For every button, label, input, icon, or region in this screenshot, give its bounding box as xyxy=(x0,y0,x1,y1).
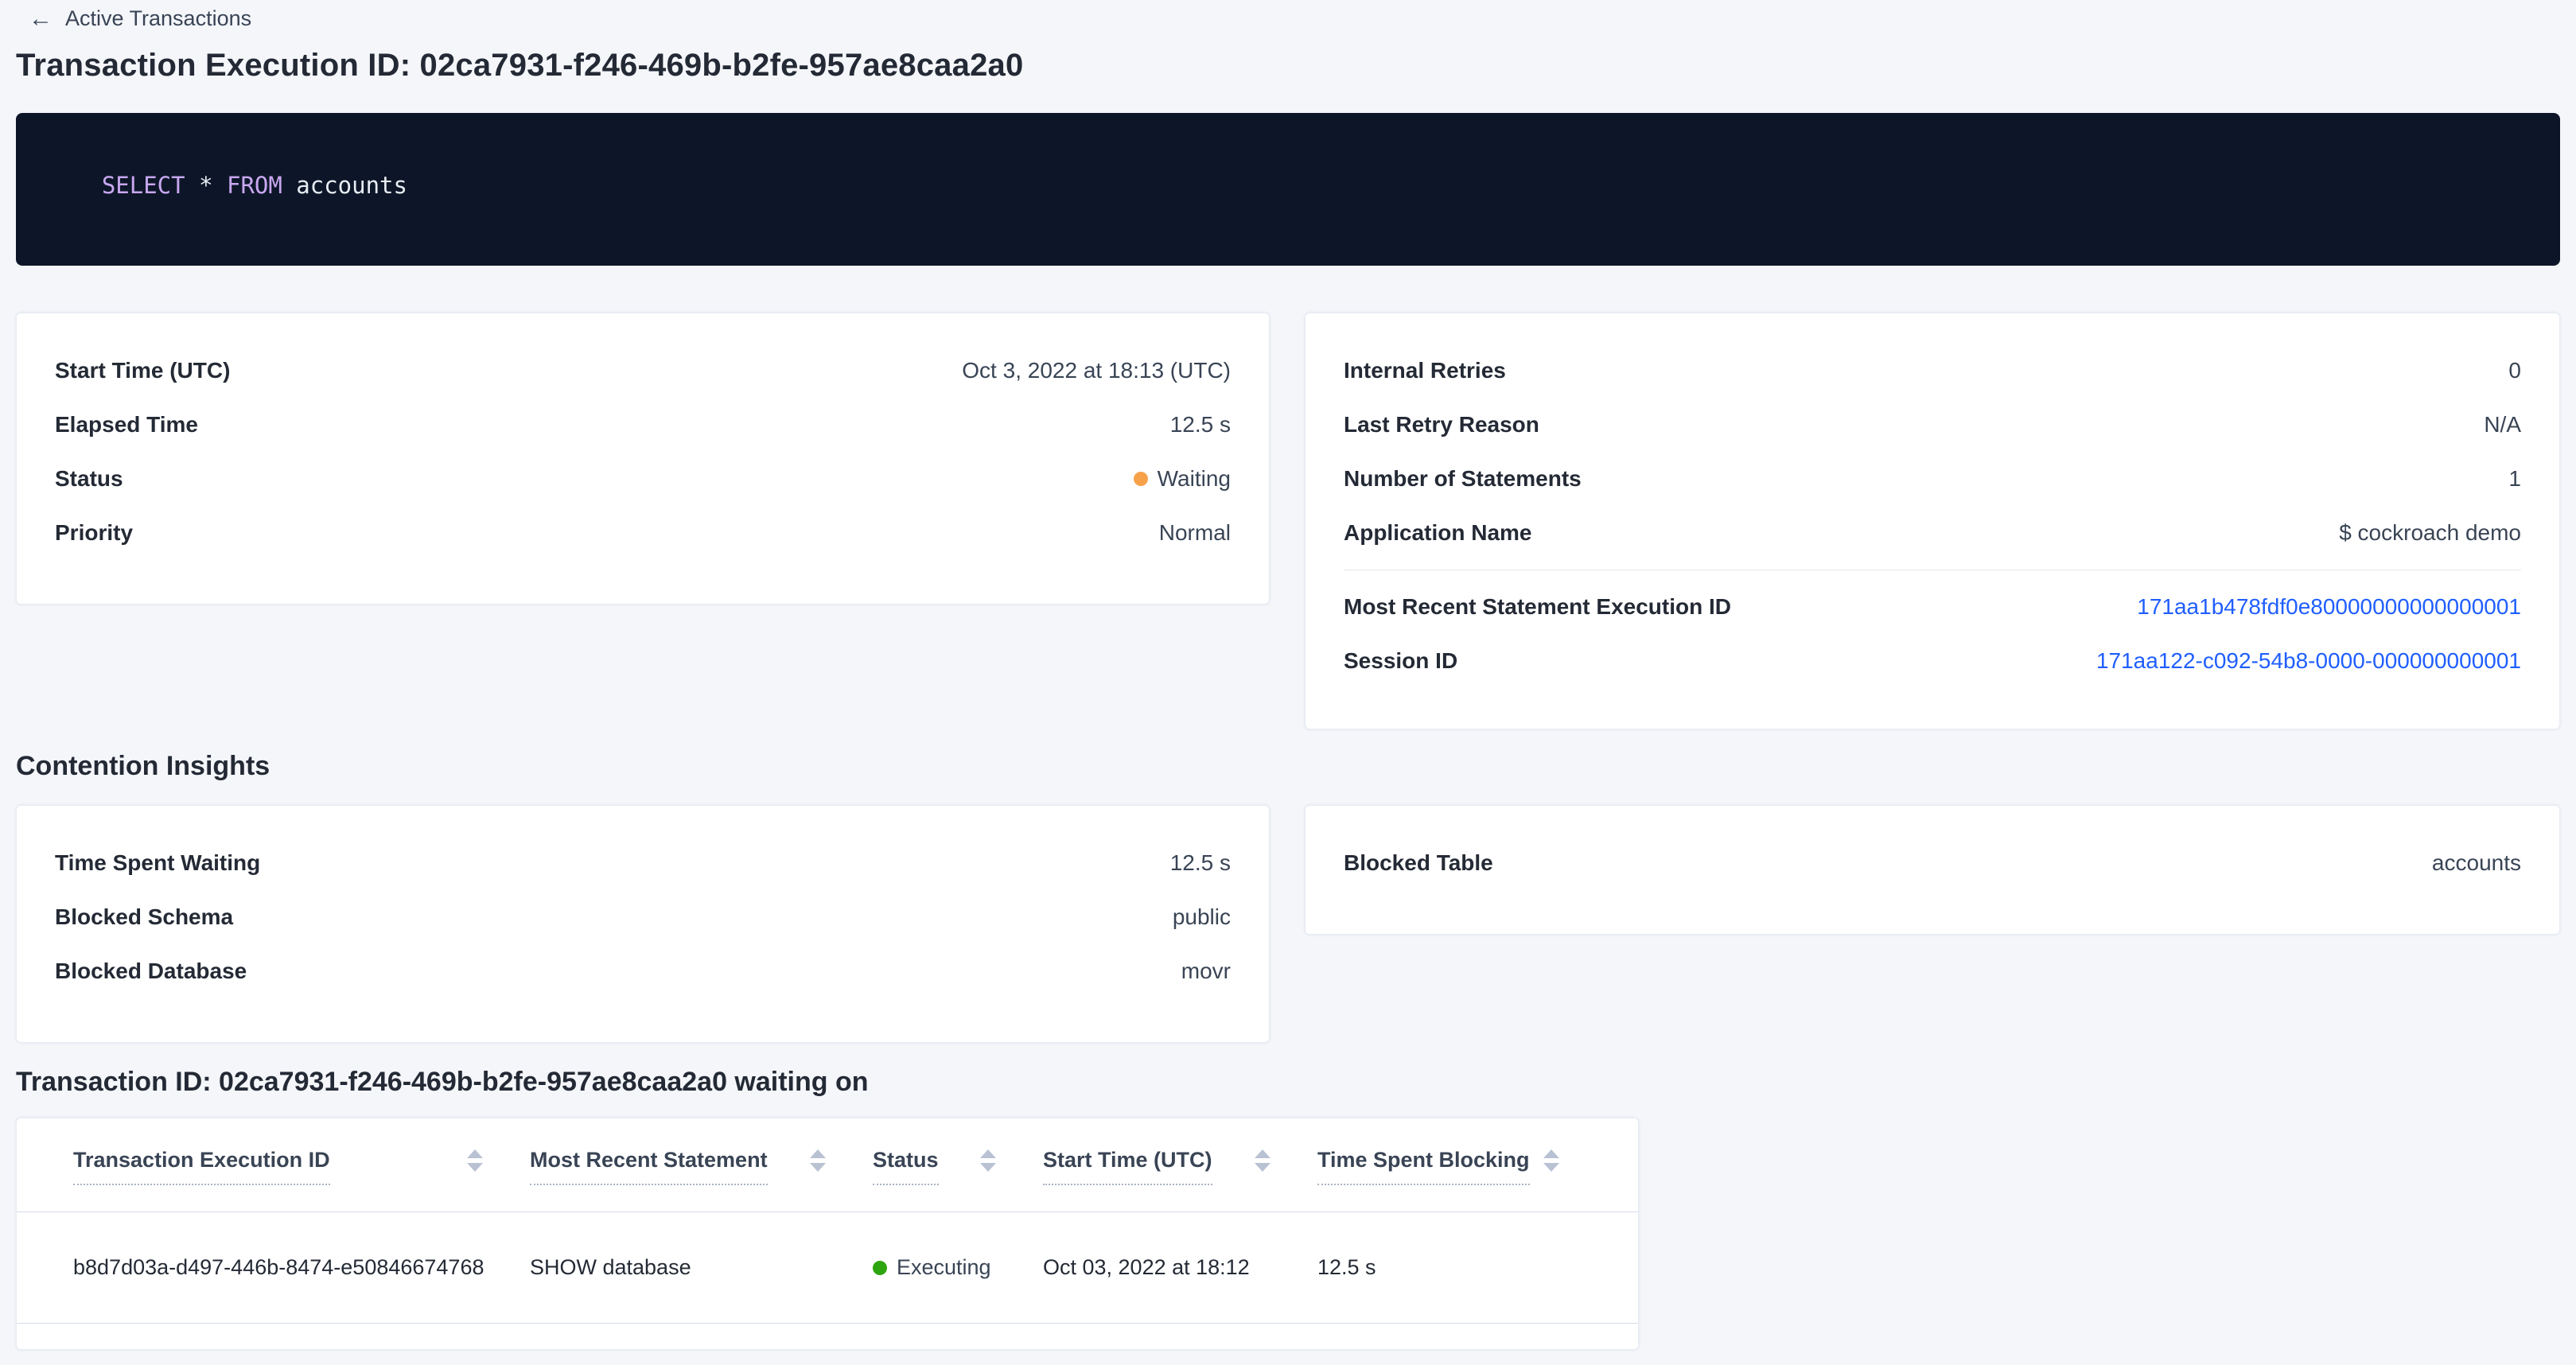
cell-most-recent-statement: SHOW database xyxy=(530,1255,873,1280)
detail-value: 0 xyxy=(2508,358,2521,383)
detail-row-application-name: Application Name $ cockroach demo xyxy=(1344,506,2521,560)
detail-row-last-retry-reason: Last Retry Reason N/A xyxy=(1344,398,2521,452)
column-header-label: Most Recent Statement xyxy=(530,1147,768,1185)
detail-value: 1 xyxy=(2508,466,2521,492)
table-header-row: Transaction Execution ID Most Recent Sta… xyxy=(17,1118,1638,1212)
summary-card-right: Internal Retries 0 Last Retry Reason N/A… xyxy=(1305,313,2560,729)
page-title: Transaction Execution ID: 02ca7931-f246-… xyxy=(16,48,1023,84)
detail-label: Start Time (UTC) xyxy=(55,358,230,383)
contention-card-right: Blocked Table accounts xyxy=(1305,805,2560,935)
detail-label: Blocked Schema xyxy=(55,904,233,930)
column-header-label: Transaction Execution ID xyxy=(73,1147,330,1185)
detail-label: Time Spent Waiting xyxy=(55,850,260,876)
detail-row-time-spent-waiting: Time Spent Waiting 12.5 s xyxy=(55,836,1231,890)
detail-label: Number of Statements xyxy=(1344,466,1582,492)
column-header-label: Time Spent Blocking xyxy=(1317,1147,1530,1185)
detail-row-elapsed-time: Elapsed Time 12.5 s xyxy=(55,398,1231,452)
active-transaction-details-page: ← Active Transactions Transaction Execut… xyxy=(0,0,2576,1365)
column-header-most-recent-statement[interactable]: Most Recent Statement xyxy=(530,1147,873,1211)
back-link-label: Active Transactions xyxy=(65,6,251,31)
detail-label: Internal Retries xyxy=(1344,358,1506,383)
cell-transaction-execution-id: b8d7d03a-d497-446b-8474-e50846674768 xyxy=(73,1255,530,1280)
detail-label: Blocked Table xyxy=(1344,850,1493,876)
sql-text: * xyxy=(185,172,227,199)
detail-label: Status xyxy=(55,466,123,492)
detail-value: Oct 3, 2022 at 18:13 (UTC) xyxy=(962,358,1231,383)
status-badge: Waiting xyxy=(1134,466,1231,492)
detail-label: Blocked Database xyxy=(55,959,247,984)
sort-icon[interactable] xyxy=(1543,1149,1560,1172)
contention-insights-heading: Contention Insights xyxy=(16,751,270,782)
summary-card-left: Start Time (UTC) Oct 3, 2022 at 18:13 (U… xyxy=(16,313,1270,605)
statement-execution-id-link[interactable]: 171aa1b478fdf0e80000000000000001 xyxy=(2137,594,2521,620)
cell-status: Executing xyxy=(873,1255,1043,1280)
detail-label: Priority xyxy=(55,520,133,546)
detail-label: Last Retry Reason xyxy=(1344,412,1539,438)
detail-value: $ cockroach demo xyxy=(2339,520,2521,546)
table-row: b8d7d03a-d497-446b-8474-e50846674768 SHO… xyxy=(17,1212,1638,1324)
cell-start-time: Oct 03, 2022 at 18:12 xyxy=(1043,1255,1317,1280)
detail-row-start-time: Start Time (UTC) Oct 3, 2022 at 18:13 (U… xyxy=(55,344,1231,398)
cell-time-spent-blocking: 12.5 s xyxy=(1317,1255,1606,1280)
waiting-transactions-table: Transaction Execution ID Most Recent Sta… xyxy=(16,1118,1639,1350)
detail-row-blocked-schema: Blocked Schema public xyxy=(55,890,1231,944)
status-dot-executing xyxy=(873,1261,887,1275)
sql-keyword: FROM xyxy=(227,172,282,199)
contention-card-left: Time Spent Waiting 12.5 s Blocked Schema… xyxy=(16,805,1270,1043)
detail-value: movr xyxy=(1181,959,1231,984)
detail-value: Normal xyxy=(1159,520,1231,546)
back-arrow-icon: ← xyxy=(29,7,53,31)
detail-row-internal-retries: Internal Retries 0 xyxy=(1344,344,2521,398)
status-label: Waiting xyxy=(1158,466,1231,492)
detail-value: public xyxy=(1173,904,1231,930)
detail-value: N/A xyxy=(2484,412,2521,438)
detail-value: 12.5 s xyxy=(1170,412,1231,438)
sort-icon[interactable] xyxy=(466,1149,484,1172)
column-header-transaction-execution-id[interactable]: Transaction Execution ID xyxy=(73,1147,530,1211)
sql-statement-box: SELECT * FROM accounts xyxy=(16,113,2560,266)
status-label: Executing xyxy=(897,1255,991,1280)
sort-icon[interactable] xyxy=(979,1149,997,1172)
column-header-time-spent-blocking[interactable]: Time Spent Blocking xyxy=(1317,1147,1606,1211)
column-header-status[interactable]: Status xyxy=(873,1147,1043,1211)
waiting-on-heading: Transaction ID: 02ca7931-f246-469b-b2fe-… xyxy=(16,1067,869,1098)
column-header-start-time[interactable]: Start Time (UTC) xyxy=(1043,1147,1317,1211)
back-link[interactable]: ← Active Transactions xyxy=(29,6,251,31)
sort-icon[interactable] xyxy=(809,1149,827,1172)
detail-row-blocked-table: Blocked Table accounts xyxy=(1344,836,2521,890)
detail-label: Application Name xyxy=(1344,520,1531,546)
detail-value: 12.5 s xyxy=(1170,850,1231,876)
detail-row-session-id: Session ID 171aa122-c092-54b8-0000-00000… xyxy=(1344,634,2521,688)
detail-row-blocked-database: Blocked Database movr xyxy=(55,944,1231,998)
column-header-label: Start Time (UTC) xyxy=(1043,1147,1212,1185)
detail-row-statement-count: Number of Statements 1 xyxy=(1344,452,2521,506)
detail-row-priority: Priority Normal xyxy=(55,506,1231,560)
column-header-label: Status xyxy=(873,1147,939,1185)
detail-row-statement-execution-id: Most Recent Statement Execution ID 171aa… xyxy=(1344,580,2521,634)
sql-keyword: SELECT xyxy=(102,172,185,199)
session-id-link[interactable]: 171aa122-c092-54b8-0000-000000000001 xyxy=(2096,648,2521,674)
detail-row-status: Status Waiting xyxy=(55,452,1231,506)
detail-value: accounts xyxy=(2432,850,2521,876)
status-dot-waiting xyxy=(1134,472,1148,486)
sql-table-name: accounts xyxy=(282,172,407,199)
detail-label: Session ID xyxy=(1344,648,1457,674)
detail-label: Most Recent Statement Execution ID xyxy=(1344,594,1731,620)
sort-icon[interactable] xyxy=(1254,1149,1271,1172)
detail-label: Elapsed Time xyxy=(55,412,198,438)
